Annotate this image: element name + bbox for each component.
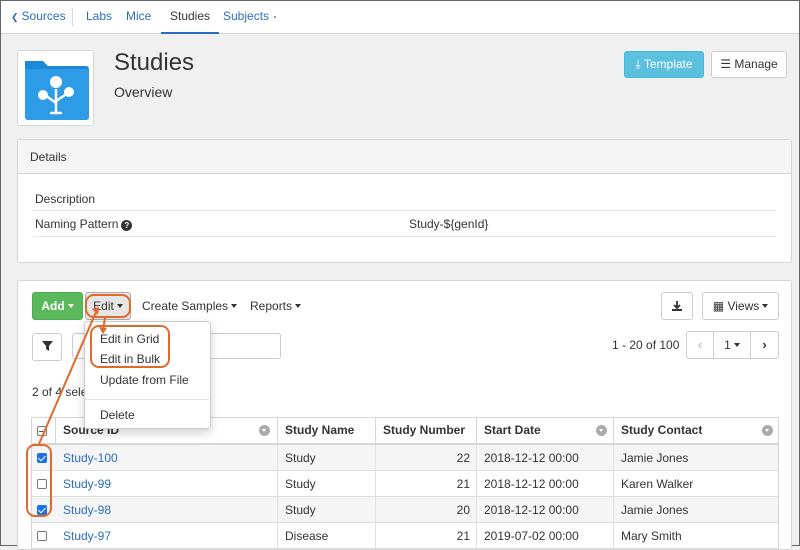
grid-table-icon: ▦ <box>712 299 725 313</box>
cell-study-name: Study <box>278 471 376 497</box>
column-label: Study Contact <box>621 423 703 437</box>
column-header-start-date[interactable]: Start Date <box>477 417 614 444</box>
naming-pattern-row: Naming Pattern? <box>35 217 133 231</box>
cell-study-name: Disease <box>278 523 376 549</box>
column-label: Study Name <box>285 423 355 437</box>
chevron-right-icon: › <box>762 337 767 352</box>
tab-subjects[interactable]: Subjects <box>223 1 269 34</box>
edit-options-highlight <box>90 325 170 368</box>
details-panel: Details <box>17 139 792 263</box>
add-button-label: Add <box>41 299 65 313</box>
tab-labs[interactable]: Labs <box>86 1 112 34</box>
details-heading: Details <box>18 140 791 174</box>
cell-study-contact: Jamie Jones <box>621 503 689 517</box>
page-number: 1 <box>724 338 731 352</box>
cell-study-name: Study <box>278 445 376 471</box>
table-row[interactable]: Study-97 Disease 21 2019-07-02 00:00 Mar… <box>31 523 779 549</box>
caret-down-icon <box>67 304 74 308</box>
folder-tree-icon <box>25 61 89 120</box>
cell-start-date: 2018-12-12 00:00 <box>477 471 614 497</box>
views-label: Views <box>727 299 760 313</box>
cell-source-id[interactable]: Study-97 <box>56 523 278 549</box>
help-icon[interactable]: ? <box>121 220 133 231</box>
caret-down-icon <box>762 304 769 308</box>
cell-start-date: 2018-12-12 00:00 <box>477 497 614 523</box>
cell-study-contact: Jamie Jones <box>621 451 689 465</box>
cell-study-name: Study <box>278 497 376 523</box>
details-divider <box>33 210 776 211</box>
filter-button[interactable] <box>32 333 62 361</box>
caret-down-icon <box>733 343 740 347</box>
chevron-left-icon: ‹ <box>697 337 703 352</box>
manage-button[interactable]: ☰ Manage <box>711 51 787 78</box>
column-label: Start Date <box>484 423 541 437</box>
selection-info: 2 of 4 sele <box>32 385 88 399</box>
prev-page-button[interactable]: ‹ <box>686 331 714 359</box>
pagination-range: 1 - 20 of 100 <box>612 338 680 352</box>
cell-study-contact: Karen Walker <box>621 477 694 491</box>
column-header-study-name[interactable]: Study Name <box>278 417 376 444</box>
cell-source-id[interactable]: Study-99 <box>56 471 278 497</box>
nav-overflow-dot <box>274 16 276 18</box>
caret-down-icon <box>231 304 238 308</box>
column-label: Study Number <box>383 423 466 437</box>
cell-start-date: 2019-07-02 00:00 <box>477 523 614 549</box>
create-samples-button[interactable]: Create Samples <box>142 292 238 320</box>
download-icon <box>672 301 682 311</box>
menu-bars-icon: ☰ <box>720 57 732 71</box>
reports-label: Reports <box>250 299 293 313</box>
top-nav: ❮ Sources Labs Mice Studies Subjects <box>1 1 799 34</box>
manage-button-label: Manage <box>734 57 778 71</box>
next-page-button[interactable]: › <box>750 331 779 359</box>
column-header-study-contact[interactable]: Study Contact <box>614 417 779 444</box>
download-icon: ⤓ <box>635 57 641 71</box>
studies-folder-logo <box>17 50 94 126</box>
filter-icon <box>41 341 53 351</box>
naming-pattern-value: Study-${genId} <box>409 217 489 231</box>
select-all-header <box>31 417 56 444</box>
cell-source-id[interactable]: Study-98 <box>56 497 278 523</box>
nav-separator <box>72 8 73 26</box>
export-button[interactable] <box>661 292 693 320</box>
tab-studies[interactable]: Studies <box>161 1 220 34</box>
cell-study-contact: Mary Smith <box>621 529 682 543</box>
reports-button[interactable]: Reports <box>250 292 302 320</box>
menu-divider <box>85 399 210 400</box>
menu-item-delete[interactable]: Delete <box>100 408 135 422</box>
create-samples-label: Create Samples <box>142 299 229 313</box>
naming-pattern-label: Naming Pattern <box>35 217 119 231</box>
row-checkbox[interactable] <box>37 531 47 541</box>
page-select[interactable]: 1 <box>713 331 751 359</box>
add-button[interactable]: Add <box>32 292 83 320</box>
views-button[interactable]: ▦ Views <box>702 292 779 320</box>
back-link-label: Sources <box>21 9 66 23</box>
template-button[interactable]: ⤓ Template <box>624 51 704 78</box>
template-button-label: Template <box>643 57 693 71</box>
sort-menu-icon[interactable] <box>762 425 773 436</box>
cell-study-number: 22 <box>376 445 477 471</box>
table-row[interactable]: Study-100 Study 22 2018-12-12 00:00 Jami… <box>31 445 779 471</box>
chevron-left-icon: ❮ <box>11 12 19 22</box>
details-divider <box>33 236 776 237</box>
cell-source-id[interactable]: Study-100 <box>56 445 278 471</box>
table-row[interactable]: Study-99 Study 21 2018-12-12 00:00 Karen… <box>31 471 779 497</box>
cell-study-number: 21 <box>376 471 477 497</box>
table-row[interactable]: Study-98 Study 20 2018-12-12 00:00 Jamie… <box>31 497 779 523</box>
cell-study-number: 21 <box>376 523 477 549</box>
selected-rows-highlight <box>26 444 52 517</box>
column-header-study-number[interactable]: Study Number <box>376 417 477 444</box>
sort-menu-icon[interactable] <box>259 425 270 436</box>
tab-mice[interactable]: Mice <box>126 1 151 34</box>
page-subtitle: Overview <box>114 84 173 100</box>
page-title: Studies <box>114 49 195 76</box>
caret-down-icon <box>295 304 302 308</box>
sort-menu-icon[interactable] <box>596 425 607 436</box>
cell-study-number: 20 <box>376 497 477 523</box>
description-label: Description <box>35 192 96 206</box>
back-link-sources[interactable]: ❮ Sources <box>11 1 66 34</box>
menu-item-update-from-file[interactable]: Update from File <box>100 373 189 387</box>
edit-button-highlight <box>85 294 131 318</box>
select-all-checkbox[interactable] <box>37 426 47 436</box>
cell-start-date: 2018-12-12 00:00 <box>477 445 614 471</box>
